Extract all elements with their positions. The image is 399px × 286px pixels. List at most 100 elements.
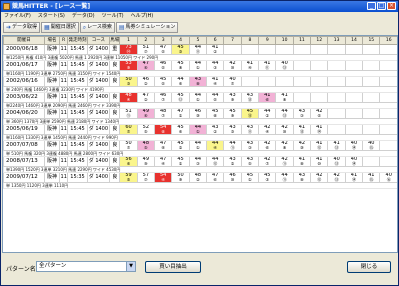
horse-cell[interactable]: 47 ① (171, 108, 190, 119)
horse-cell[interactable] (240, 44, 260, 55)
column-header[interactable]: 14 (344, 36, 364, 45)
column-header[interactable]: R (59, 36, 69, 45)
horse-cell[interactable]: 41 ⑩ (310, 156, 329, 167)
horse-cell[interactable] (310, 92, 329, 103)
horse-cell[interactable]: 49 ⑥ (136, 108, 156, 119)
horse-cell[interactable]: 44 ⑪ (275, 172, 294, 183)
horse-cell[interactable]: 50 ⑦ (119, 140, 138, 151)
horse-cell[interactable] (379, 124, 397, 135)
simulation-button[interactable]: ▤ 馬券シミュレーション (115, 22, 179, 33)
horse-cell[interactable]: 42 ⑩ (275, 124, 294, 135)
column-header[interactable]: 1 (119, 36, 138, 45)
minimize-icon[interactable]: _ (367, 2, 376, 10)
horse-cell[interactable]: 73 ⑭ (119, 44, 138, 55)
horse-cell[interactable]: 53 ⑨ (119, 60, 138, 71)
horse-cell[interactable]: 44 ⑬ (275, 108, 294, 119)
race-row[interactable]: 2001/06/17 阪神 11 15:45 ダ 1400 良 53 ⑨ 47 ⑥ 46 ⑤ 45 ⑧ 44… (3, 60, 397, 71)
column-header[interactable]: 8 (240, 36, 260, 45)
horse-cell[interactable] (379, 108, 397, 119)
horse-cell[interactable]: 41 ⑫ (310, 140, 329, 151)
horse-cell[interactable] (362, 92, 381, 103)
column-header[interactable]: 13 (327, 36, 346, 45)
horse-cell[interactable] (292, 76, 312, 87)
horse-cell[interactable]: 40 ⑬ (327, 156, 346, 167)
horse-cell[interactable] (258, 44, 277, 55)
horse-cell[interactable]: 50 ③ (119, 76, 138, 87)
horse-cell[interactable]: 43 ③ (223, 124, 242, 135)
horse-cell[interactable]: 44 ③ (206, 60, 225, 71)
column-header[interactable]: 15 (362, 36, 381, 45)
horse-cell[interactable] (344, 108, 364, 119)
horse-cell[interactable]: 42 ⑥ (258, 140, 277, 151)
horse-cell[interactable]: 40 ⑭ (344, 140, 364, 151)
menu-item[interactable]: データ(D) (72, 12, 95, 21)
horse-cell[interactable] (362, 124, 381, 135)
date-select-button[interactable]: ▦ 開催日選択 (41, 22, 79, 33)
horse-cell[interactable]: 45 ① (171, 156, 190, 167)
horse-cell[interactable] (362, 108, 381, 119)
maximize-icon[interactable]: □ (377, 2, 386, 10)
horse-cell[interactable]: 42 ⑤ (310, 108, 329, 119)
horse-cell[interactable]: 41 ④ (206, 76, 225, 87)
horse-cell[interactable]: 45 ⑤ (154, 76, 173, 87)
column-header[interactable]: 16 (379, 36, 397, 45)
horse-cell[interactable]: 43 ⑤ (240, 156, 260, 167)
horse-cell[interactable]: 45 ⑧ (171, 60, 190, 71)
column-header[interactable]: 場名 (43, 36, 61, 45)
horse-cell[interactable] (275, 76, 294, 87)
horse-cell[interactable] (362, 156, 381, 167)
race-search-button[interactable]: ⌕ レース検索 (79, 22, 115, 33)
horse-cell[interactable] (344, 92, 364, 103)
horse-cell[interactable]: 60 ⑦ (119, 124, 138, 135)
horse-cell[interactable]: 42 ⑧ (275, 140, 294, 151)
horse-cell[interactable]: 40 ⑭ (344, 156, 364, 167)
horse-cell[interactable] (362, 76, 381, 87)
horse-cell[interactable]: 44 ① (188, 140, 208, 151)
horse-cell[interactable]: 41 ④ (240, 60, 260, 71)
column-header[interactable]: 7 (223, 36, 242, 45)
horse-cell[interactable]: 41 ⑧ (292, 156, 312, 167)
horse-cell[interactable]: 44 ① (188, 124, 208, 135)
horse-cell[interactable] (379, 156, 397, 167)
horse-cell[interactable]: 43 ② (206, 124, 225, 135)
horse-cell[interactable]: 41 ⑬ (292, 124, 312, 135)
horse-cell[interactable] (310, 44, 329, 55)
horse-cell[interactable] (327, 108, 346, 119)
horse-cell[interactable]: 42 ④ (258, 124, 277, 135)
horse-cell[interactable]: 54 ⑧ (154, 124, 173, 135)
horse-cell[interactable] (275, 44, 294, 55)
horse-cell[interactable]: 41 ⑮ (362, 172, 381, 183)
menu-item[interactable]: ヘルプ(H) (131, 12, 154, 21)
horse-cell[interactable] (344, 44, 364, 55)
horse-cell[interactable]: 46 ⑩ (223, 172, 242, 183)
race-row[interactable]: 2003/06/22 阪神 11 15:45 ダ 1400 良 48 ④ 47 ② 46 ⑦ 45 ⑫ 44… (3, 92, 397, 103)
pattern-select[interactable]: 全パターン ▼ (36, 261, 136, 272)
horse-cell[interactable] (258, 76, 277, 87)
column-header[interactable]: 開催日 (3, 36, 45, 45)
horse-cell[interactable]: 48 ⑦ (154, 108, 173, 119)
horse-cell[interactable] (310, 76, 329, 87)
horse-cell[interactable]: 51 ⑪ (119, 108, 138, 119)
column-header[interactable]: 9 (258, 36, 277, 45)
close-icon[interactable]: × (387, 2, 396, 10)
horse-cell[interactable]: 44 ① (188, 92, 208, 103)
race-row[interactable]: 2004/06/20 阪神 11 15:45 ダ 1400 良 51 ⑪ 49 ⑥ 48 ⑦ 47 ① 46… (3, 108, 397, 119)
race-row[interactable]: 2002/06/16 阪神 11 15:45 ダ 1400 良 50 ③ 46 ② 45 ⑤ 44 ⑥ 43… (3, 76, 397, 87)
horse-cell[interactable] (292, 44, 312, 55)
horse-cell[interactable] (344, 124, 364, 135)
horse-cell[interactable] (362, 44, 381, 55)
menu-item[interactable]: ファイル(F) (4, 12, 31, 21)
horse-cell[interactable]: 42 ⑫ (310, 172, 329, 183)
horse-cell[interactable] (292, 92, 312, 103)
horse-cell[interactable]: 50 ⑨ (171, 172, 190, 183)
horse-cell[interactable]: 45 ⑥ (171, 124, 190, 135)
horse-cell[interactable] (362, 60, 381, 71)
horse-cell[interactable]: 43 ⑬ (240, 92, 260, 103)
horse-cell[interactable]: 40 ⑮ (362, 140, 381, 151)
horse-cell[interactable]: 44 ⑪ (223, 140, 242, 151)
column-header[interactable]: 5 (188, 36, 208, 45)
horse-cell[interactable]: 43 ⑪ (240, 124, 260, 135)
horse-cell[interactable]: 48 ④ (119, 92, 138, 103)
horse-cell[interactable]: 42 ⑬ (327, 172, 346, 183)
horse-cell[interactable]: 41 ⑭ (344, 172, 364, 183)
